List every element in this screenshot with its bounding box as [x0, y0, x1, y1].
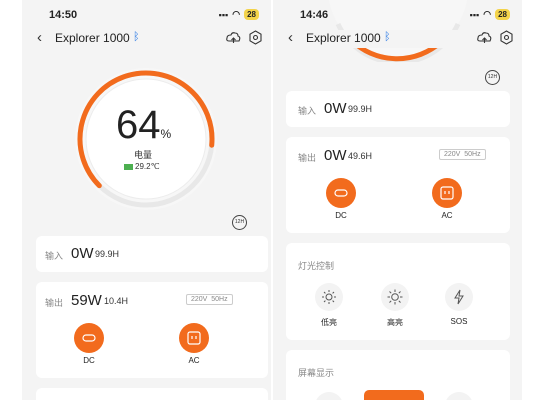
input-hours: 99.9H — [95, 249, 120, 259]
ac-button[interactable] — [179, 323, 209, 353]
gauge-label: 电量 — [134, 150, 153, 160]
back-icon[interactable]: ‹ — [37, 30, 42, 46]
output-card: 输出 59W 10.4H 220V 50Hz DC AC — [36, 282, 268, 378]
wifi-icon: ◠ — [483, 9, 492, 19]
temperature: 29.2℃ — [124, 162, 160, 171]
ac-outlet-icon — [187, 331, 201, 345]
cloud-upload-icon[interactable] — [477, 30, 492, 45]
bluetooth-icon: ᛒ — [384, 31, 391, 43]
page-title: Explorer 1000 — [55, 31, 130, 45]
settings-icon[interactable] — [248, 30, 263, 45]
ac-button[interactable] — [432, 178, 462, 208]
input-card: 输入 0W 99.9H — [36, 236, 268, 272]
ac-label: AC — [188, 356, 200, 365]
output-card: 输出 0W 49.6H 220V 50Hz DC AC — [286, 137, 510, 233]
ac-outlet-icon — [440, 186, 454, 200]
battery-icon: 28 — [244, 9, 259, 20]
light-control-card: 灯光控制 低亮 高亮 SOS — [286, 243, 510, 340]
dc-label: DC — [83, 356, 95, 365]
output-hours: 49.6H — [348, 151, 373, 161]
screen-display-title: 屏幕显示 — [298, 368, 335, 378]
12h-badge[interactable]: 12H — [485, 70, 500, 85]
lightning-icon — [454, 289, 464, 305]
status-time: 14:50 — [49, 9, 78, 21]
cloud-upload-icon[interactable] — [226, 30, 241, 45]
screen-option-3[interactable] — [445, 392, 473, 400]
settings-icon[interactable] — [499, 30, 514, 45]
sos-button[interactable] — [445, 283, 473, 311]
back-icon[interactable]: ‹ — [288, 30, 293, 46]
nav-bar: ‹ Explorer 1000 ᛒ — [22, 30, 271, 48]
next-card — [36, 388, 268, 400]
wifi-icon: ◠ — [232, 9, 241, 19]
12h-badge[interactable]: 12H — [232, 215, 247, 230]
high-light-button[interactable] — [381, 283, 409, 311]
output-label: 输出 — [298, 153, 317, 163]
output-label: 输出 — [45, 298, 64, 308]
screen-display-card: 屏幕显示 — [286, 350, 510, 400]
screen-option-2[interactable] — [364, 390, 424, 400]
sos-label: SOS — [450, 317, 468, 326]
low-light-label: 低亮 — [321, 318, 337, 327]
bluetooth-icon: ᛒ — [133, 31, 140, 43]
output-hours: 10.4H — [104, 296, 129, 306]
output-watts: 0W — [324, 147, 347, 164]
low-light-button[interactable] — [315, 283, 343, 311]
ac-label: AC — [441, 211, 453, 220]
light-control-title: 灯光控制 — [298, 261, 335, 271]
voltage-badge: 220V 50Hz — [186, 294, 233, 305]
screen-option-1[interactable] — [315, 392, 343, 400]
dc-port-icon — [82, 334, 96, 342]
dc-button[interactable] — [326, 178, 356, 208]
page-title: Explorer 1000 — [306, 31, 381, 45]
output-watts: 59W — [71, 292, 102, 309]
sun-small-icon — [322, 290, 336, 304]
dc-button[interactable] — [74, 323, 104, 353]
input-watts: 0W — [324, 100, 347, 117]
dc-port-icon — [334, 189, 348, 197]
dc-label: DC — [335, 211, 347, 220]
input-card: 输入 0W 99.9H — [286, 91, 510, 127]
battery-percent: 64% — [116, 103, 172, 147]
high-light-label: 高亮 — [387, 318, 403, 327]
left-screen: 14:50 ▪▪▪ ◠ 28 ‹ Explorer 1000 ᛒ 64% 电量 … — [22, 0, 271, 400]
input-label: 输入 — [45, 251, 64, 261]
nav-bar: ‹ Explorer 1000 ᛒ — [273, 30, 522, 48]
right-screen: 14:46 ▪▪▪ ◠ 28 ‹ Explorer 1000 ᛒ 12H 输入 … — [273, 0, 522, 400]
signal-icon: ▪▪▪ — [218, 9, 229, 20]
voltage-badge: 220V 50Hz — [439, 149, 486, 160]
status-bar: 14:50 ▪▪▪ ◠ 28 — [22, 9, 271, 23]
input-hours: 99.9H — [348, 104, 373, 114]
input-label: 输入 — [298, 106, 317, 116]
sun-large-icon — [387, 289, 403, 305]
battery-icon: 28 — [495, 9, 510, 20]
battery-small-icon — [124, 163, 133, 170]
input-watts: 0W — [71, 245, 94, 262]
